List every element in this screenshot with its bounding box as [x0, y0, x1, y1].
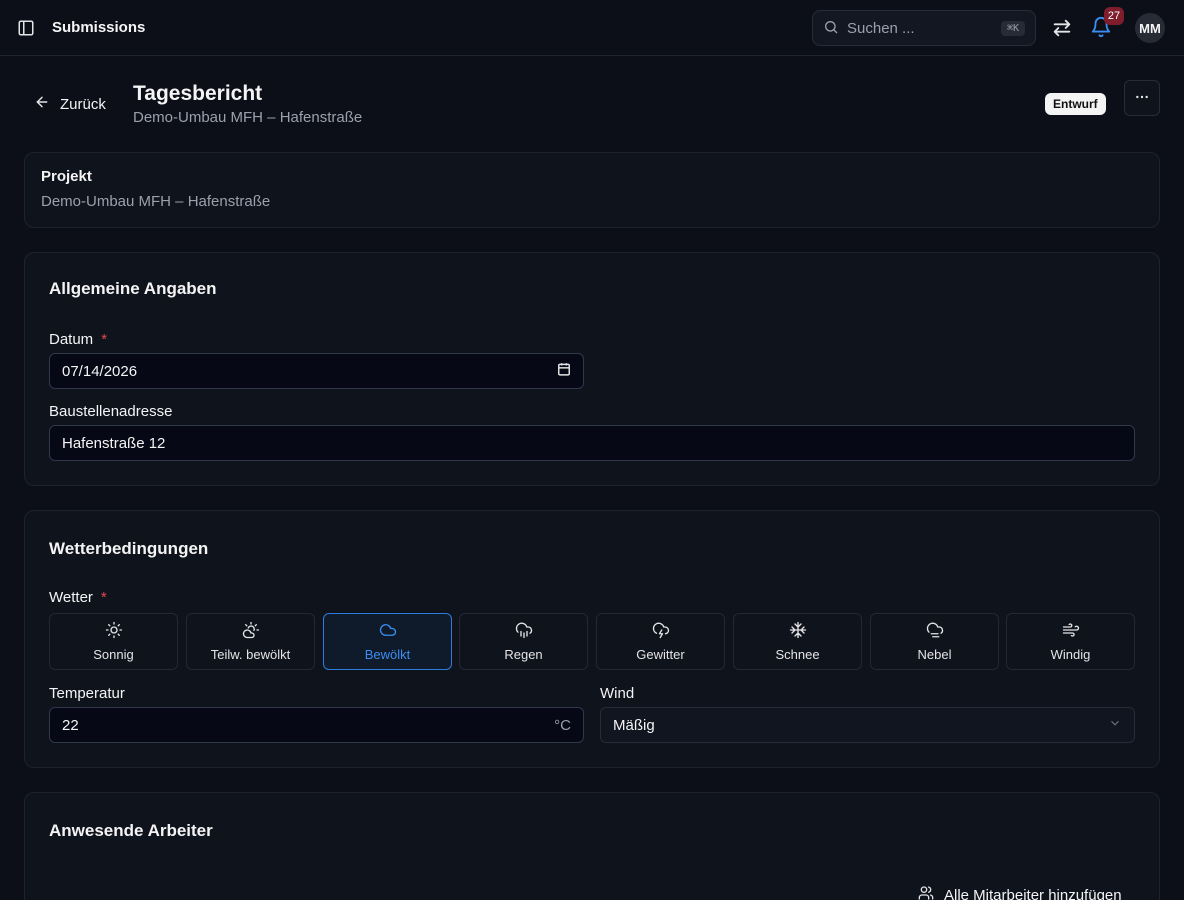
sun-icon [105, 621, 123, 642]
status-badge: Entwurf [1045, 93, 1106, 115]
weather-option-label: Nebel [917, 647, 952, 662]
back-label: Zurück [60, 95, 106, 113]
temperature-value: 22 [62, 716, 79, 734]
search-input[interactable]: Suchen ... ⌘K [812, 10, 1036, 46]
weather-option-sonnig[interactable]: Sonnig [49, 613, 178, 670]
address-label: Baustellenadresse [49, 403, 173, 420]
switch-icon[interactable] [1051, 17, 1073, 39]
temperature-label: Temperatur [49, 685, 125, 702]
weather-option-bewoelkt[interactable]: Bewölkt [323, 613, 452, 670]
search-icon [823, 19, 839, 38]
project-value: Demo-Umbau MFH – Hafenstraße [41, 193, 271, 210]
general-info-card: Allgemeine Angaben Datum * 07/14/2026 Bau… [24, 252, 1160, 486]
cloud-sun-icon [242, 621, 260, 642]
weather-option-schnee[interactable]: Schnee [733, 613, 862, 670]
cloud-rain-icon [515, 621, 533, 642]
weather-option-label: Windig [1050, 647, 1091, 662]
weather-option-regen[interactable]: Regen [459, 613, 588, 670]
weather-label-text: Wetter [49, 589, 93, 606]
weather-option-label: Sonnig [93, 647, 134, 662]
wind-value: Mäßig [613, 716, 655, 734]
search-placeholder: Suchen ... [847, 19, 915, 37]
more-options-button[interactable] [1124, 80, 1160, 116]
weather-option-gewitter[interactable]: Gewitter [596, 613, 725, 670]
date-field[interactable]: 07/14/2026 [49, 353, 584, 389]
user-avatar[interactable]: MM [1135, 13, 1165, 43]
weather-option-label: Gewitter [636, 647, 685, 662]
cloud-fog-icon [926, 621, 944, 642]
app-title: Submissions [52, 19, 146, 36]
weather-option-label: Teilw. bewölkt [210, 647, 291, 662]
users-icon [918, 885, 934, 900]
weather-card: Wetterbedingungen Wetter * Sonnig Teilw. … [24, 510, 1160, 768]
address-value: Hafenstraße 12 [62, 434, 166, 452]
general-info-title: Allgemeine Angaben [49, 279, 217, 298]
cloud-icon [379, 621, 397, 642]
notification-count-badge: 27 [1104, 7, 1124, 25]
page-title: Tagesbericht [133, 82, 263, 105]
date-label-text: Datum [49, 331, 94, 348]
arrow-left-icon [34, 94, 50, 114]
add-all-workers-label: Alle Mitarbeiter hinzufügen [944, 886, 1122, 900]
project-card: Projekt Demo-Umbau MFH – Hafenstraße [24, 152, 1160, 228]
required-marker: * [101, 331, 108, 348]
weather-label: Wetter * [49, 589, 107, 606]
more-horizontal-icon [1134, 89, 1150, 108]
weather-option-teilw-bewoelkt[interactable]: Teilw. bewölkt [186, 613, 315, 670]
project-label: Projekt [41, 168, 92, 185]
wind-icon [1062, 621, 1080, 642]
chevron-down-icon [1108, 716, 1122, 734]
add-all-workers-button[interactable]: Alle Mitarbeiter hinzufügen [918, 885, 1122, 900]
top-bar: Submissions Suchen ... ⌘K 27 MM [0, 0, 1184, 56]
temperature-field[interactable]: 22 °C [49, 707, 584, 743]
workers-title: Anwesende Arbeiter [49, 821, 213, 840]
temperature-unit: °C [554, 716, 571, 734]
weather-title: Wetterbedingungen [49, 539, 209, 558]
weather-option-label: Regen [504, 647, 543, 662]
snowflake-icon [789, 621, 807, 642]
required-marker: * [100, 589, 107, 606]
workers-card: Anwesende Arbeiter Alle Mitarbeiter hinz… [24, 792, 1160, 900]
weather-option-nebel[interactable]: Nebel [870, 613, 999, 670]
back-button[interactable]: Zurück [34, 94, 106, 114]
date-label: Datum * [49, 331, 107, 348]
search-shortcut: ⌘K [1000, 20, 1025, 36]
weather-option-label: Bewölkt [364, 647, 411, 662]
calendar-icon[interactable] [557, 362, 571, 380]
weather-option-windig[interactable]: Windig [1006, 613, 1135, 670]
page-subtitle: Demo-Umbau MFH – Hafenstraße [133, 109, 363, 126]
wind-label: Wind [600, 685, 635, 702]
sidebar-toggle-icon[interactable] [16, 18, 36, 38]
wind-select[interactable]: Mäßig [600, 707, 1135, 743]
address-field[interactable]: Hafenstraße 12 [49, 425, 1135, 461]
cloud-lightning-icon [652, 621, 670, 642]
date-value: 07/14/2026 [62, 362, 138, 380]
weather-option-label: Schnee [775, 647, 820, 662]
